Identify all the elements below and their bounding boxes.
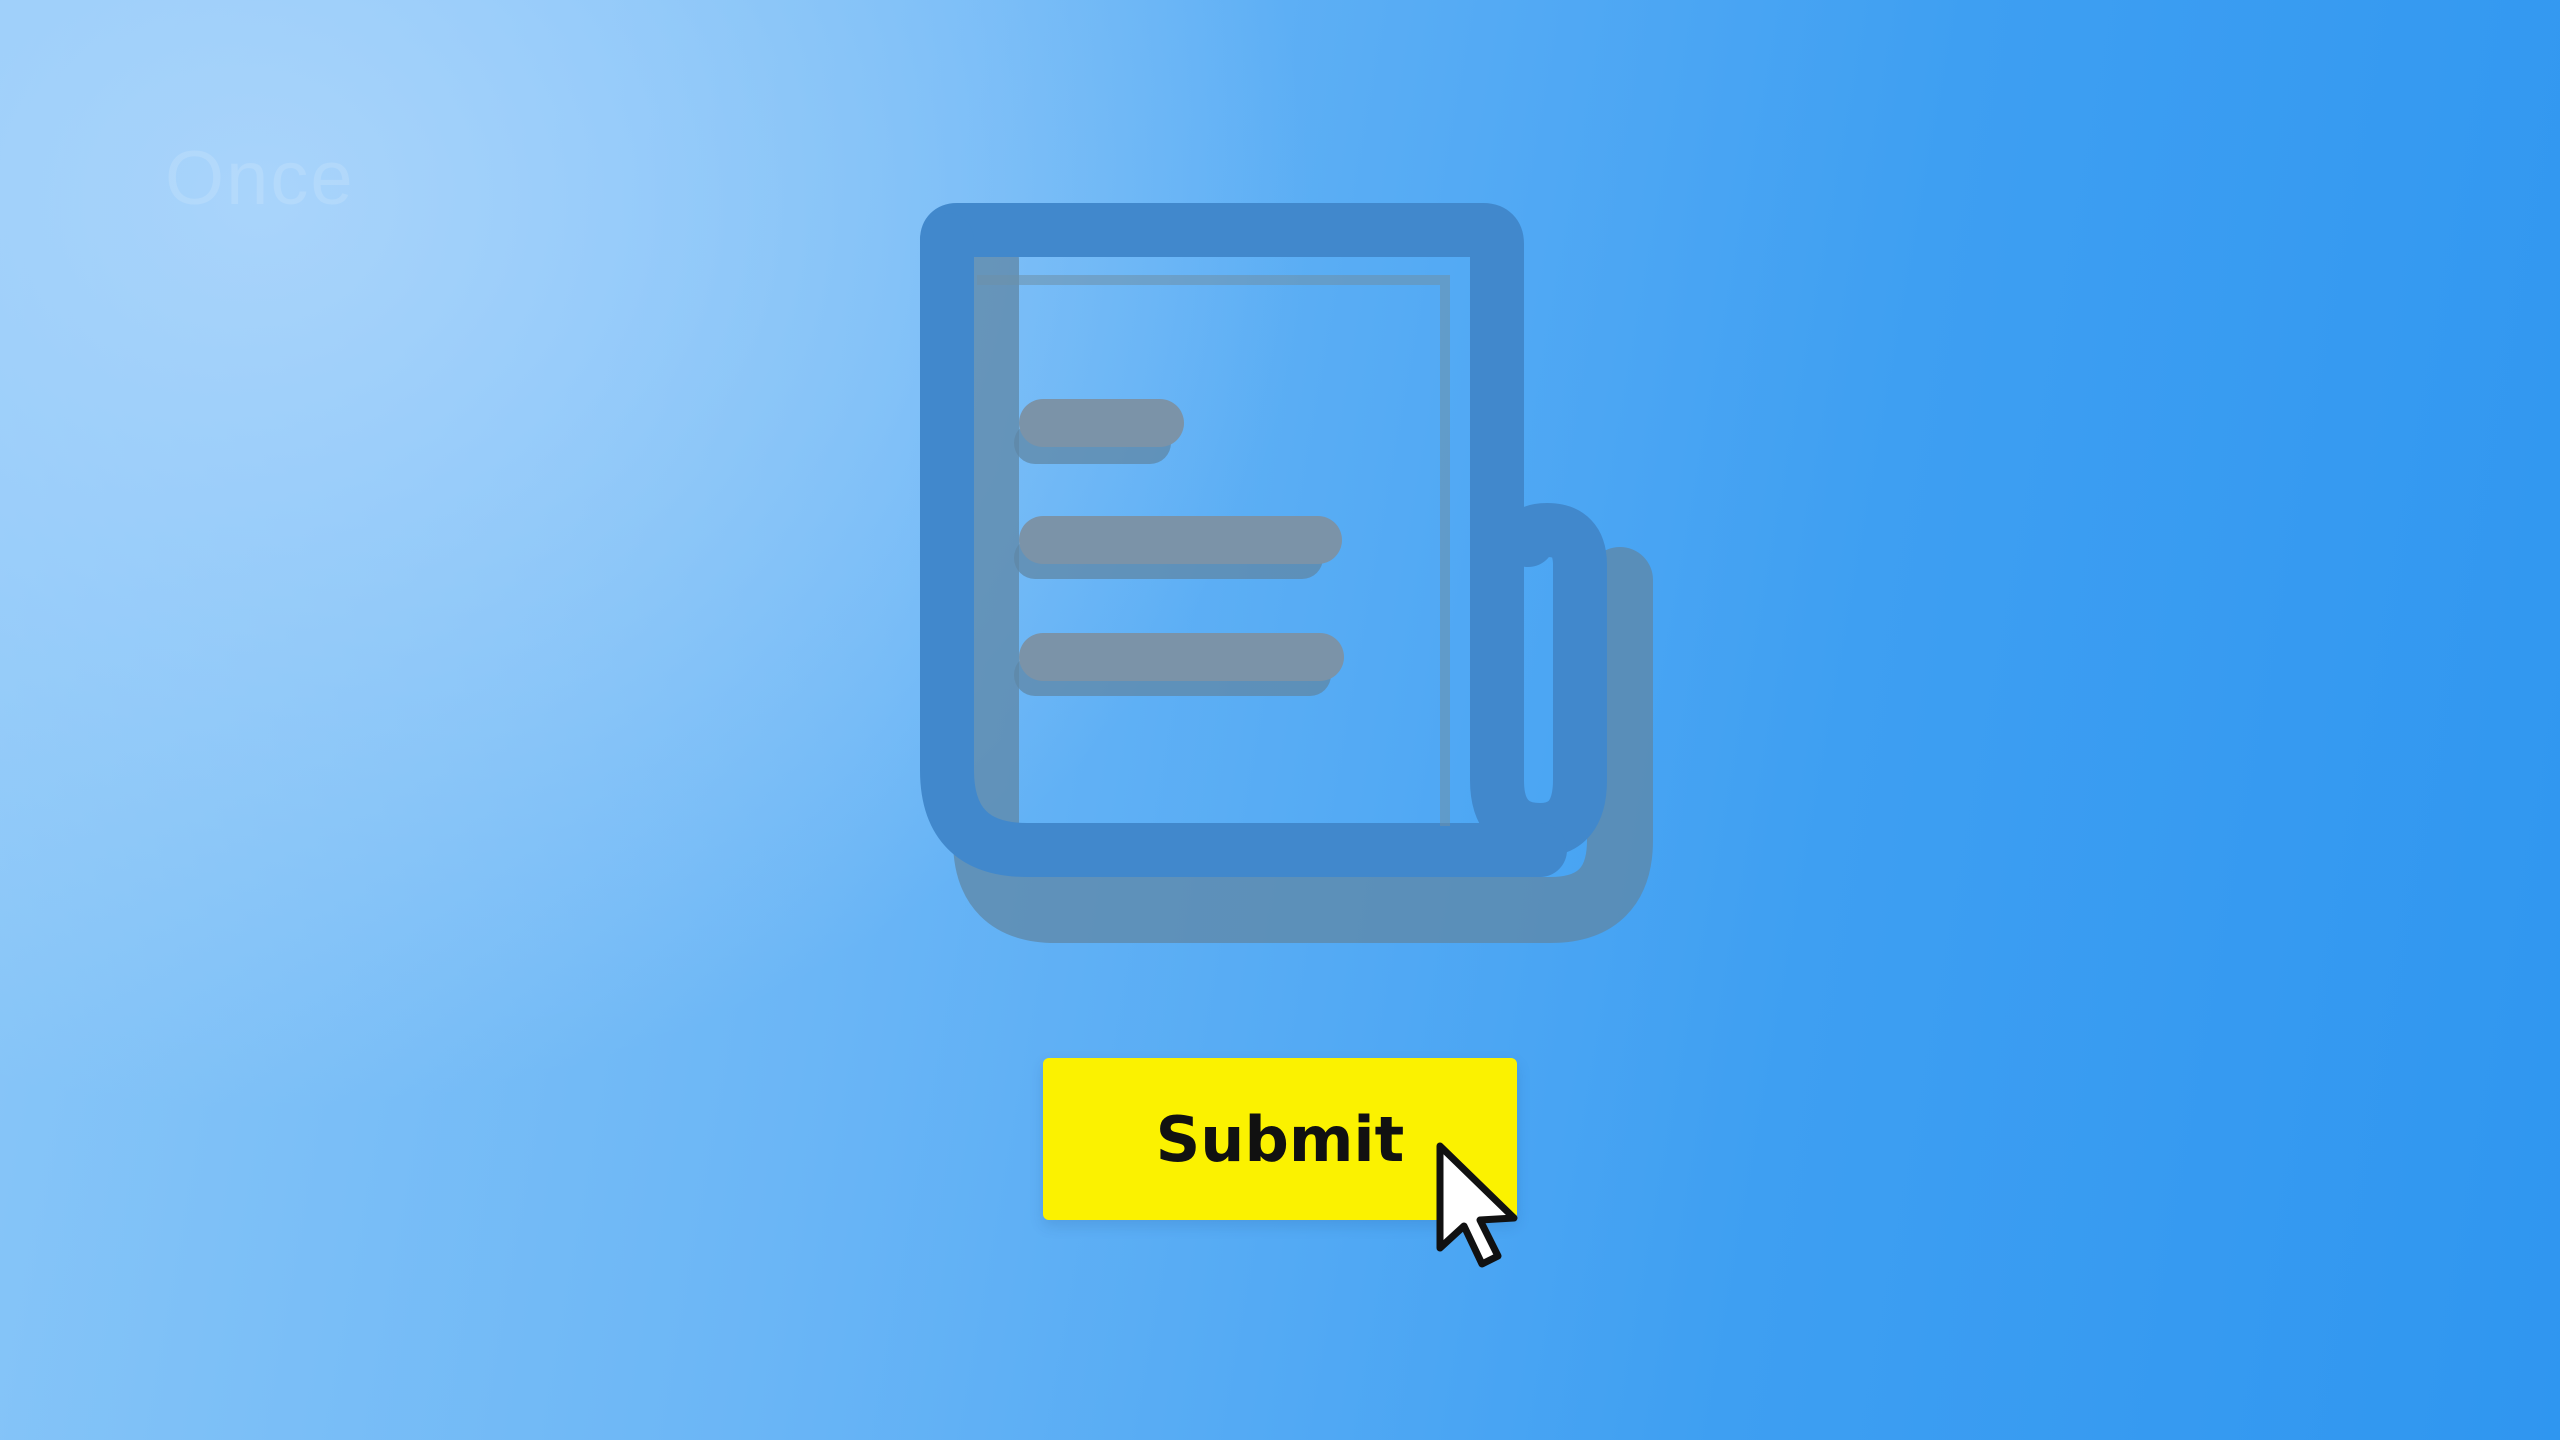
faded-caption-text: Once [165,136,355,221]
submit-button-label: Submit [1155,1102,1405,1176]
mouse-pointer-icon [1436,1142,1518,1268]
newspaper-document-icon [920,203,1653,943]
